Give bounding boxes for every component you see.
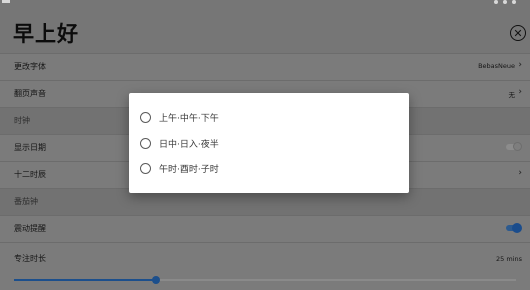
close-icon[interactable]: ✕: [510, 25, 526, 41]
chevron-right-icon: ›: [518, 168, 522, 178]
setting-value: 25 mins: [496, 255, 522, 263]
show-date-toggle[interactable]: [506, 142, 522, 151]
status-dot-icon: [512, 0, 516, 4]
setting-label: 翻页声音: [14, 89, 46, 98]
status-dot-icon: [494, 0, 498, 4]
setting-row-font[interactable]: 更改字体 BebasNeue ›: [0, 53, 530, 80]
status-icons: [494, 0, 516, 4]
radio-icon[interactable]: [140, 137, 151, 149]
slider-thumb[interactable]: [152, 276, 160, 284]
radio-icon[interactable]: [140, 162, 151, 174]
dialog-option[interactable]: 上午·中午·下午: [140, 108, 219, 126]
vibrate-toggle[interactable]: [506, 223, 522, 233]
page-title: 早上好: [13, 22, 79, 46]
slider-fill: [14, 279, 156, 281]
option-label: 上午·中午·下午: [159, 113, 219, 124]
section-label: 番茄钟: [14, 197, 38, 206]
status-indicator: [2, 0, 10, 3]
setting-label: 显示日期: [14, 143, 46, 152]
setting-label: 专注时长: [14, 254, 46, 263]
setting-label: 更改字体: [14, 62, 46, 71]
chevron-right-icon: ›: [518, 60, 522, 70]
setting-label: 十二时辰: [14, 170, 46, 179]
setting-row-focus-duration: 专注时长 25 mins: [0, 242, 530, 290]
dialog-option[interactable]: 日中·日入·夜半: [140, 134, 219, 152]
section-label: 时钟: [14, 116, 30, 125]
setting-label: 震动提醒: [14, 224, 46, 233]
radio-icon[interactable]: [140, 111, 151, 123]
status-dot-icon: [503, 0, 507, 4]
option-label: 日中·日入·夜半: [159, 139, 219, 150]
setting-value: 无: [508, 91, 516, 99]
setting-value: BebasNeue: [478, 62, 515, 70]
time-format-dialog: 上午·中午·下午 日中·日入·夜半 午时·酉时·子时: [129, 93, 409, 193]
chevron-right-icon: ›: [518, 87, 522, 97]
option-label: 午时·酉时·子时: [159, 164, 219, 175]
slider-track[interactable]: [156, 279, 516, 281]
setting-row-vibrate[interactable]: 震动提醒: [0, 215, 530, 242]
dialog-option[interactable]: 午时·酉时·子时: [140, 159, 219, 177]
